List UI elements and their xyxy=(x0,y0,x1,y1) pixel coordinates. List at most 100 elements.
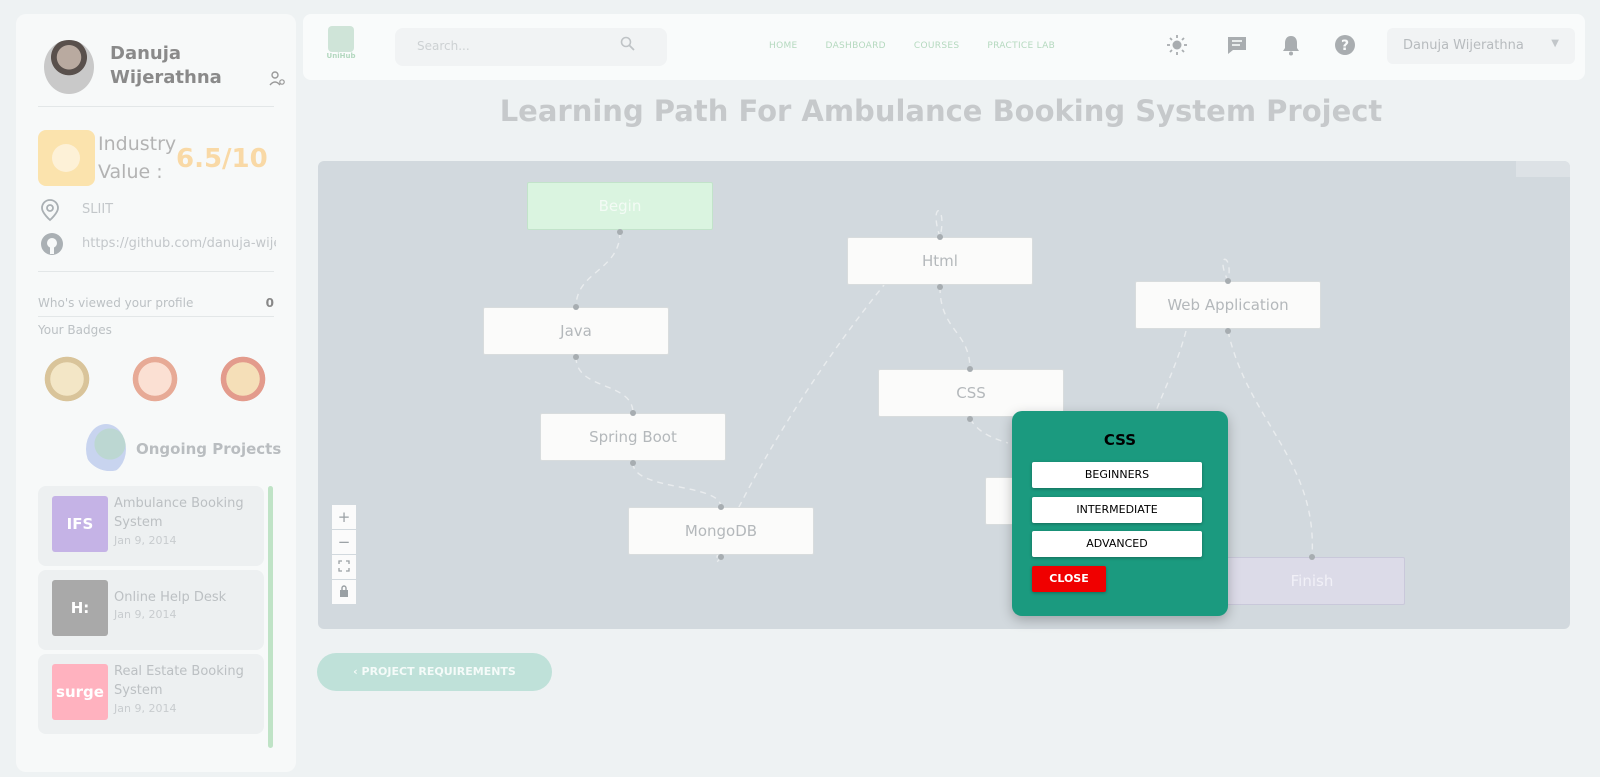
node-spring-boot[interactable]: Spring Boot xyxy=(540,413,726,461)
github-row[interactable]: https://github.com/danuja-wijerathna xyxy=(38,232,284,258)
svg-text:?: ? xyxy=(1341,38,1349,54)
project-card[interactable]: surge Real Estate Booking System Jan 9, … xyxy=(38,654,264,734)
zoom-in-icon[interactable]: + xyxy=(332,505,356,529)
divider xyxy=(38,271,274,272)
node-handle[interactable] xyxy=(573,354,579,360)
ongoing-projects-title: Ongoing Projects xyxy=(136,440,282,458)
ongoing-projects-icon xyxy=(86,424,126,474)
edge-webapp-left xyxy=(1155,330,1187,412)
node-css[interactable]: CSS xyxy=(878,369,1064,417)
project-title: Online Help Desk xyxy=(114,590,227,605)
nav-practice-lab[interactable]: PRACTICE LAB xyxy=(987,41,1055,51)
search-icon[interactable] xyxy=(620,36,635,55)
edge-webapp-finish xyxy=(1227,330,1313,558)
location-text: SLIIT xyxy=(82,202,114,217)
project-requirements-button[interactable]: ‹ PROJECT REQUIREMENTS xyxy=(317,653,552,691)
skill-level-modal: CSS BEGINNERS INTERMEDIATE ADVANCED CLOS… xyxy=(1012,411,1228,616)
node-handle[interactable] xyxy=(1309,554,1315,560)
node-handle[interactable] xyxy=(967,366,973,372)
top-header: UniHub Search... HOME DASHBOARD COURSES … xyxy=(303,14,1585,80)
edge-begin-java xyxy=(575,231,621,308)
project-date: Jan 9, 2014 xyxy=(114,608,177,621)
app-logo[interactable]: UniHub xyxy=(325,26,357,70)
main-nav: HOME DASHBOARD COURSES PRACTICE LAB xyxy=(769,41,1055,51)
project-title: Ambulance Booking System xyxy=(114,496,244,530)
node-handle[interactable] xyxy=(718,504,724,510)
project-thumbnail: surge xyxy=(52,664,108,720)
beginners-button[interactable]: BEGINNERS xyxy=(1032,462,1202,488)
node-html[interactable]: Html xyxy=(847,237,1033,285)
medal-icon xyxy=(38,130,95,186)
fit-view-icon[interactable] xyxy=(332,555,356,579)
project-requirements-label: PROJECT REQUIREMENTS xyxy=(361,665,516,678)
project-thumbnail: IFS xyxy=(52,496,108,552)
github-link[interactable]: https://github.com/danuja-wijerathna xyxy=(82,236,276,251)
node-handle[interactable] xyxy=(937,234,943,240)
node-handle[interactable] xyxy=(1225,328,1231,334)
edge-html-css xyxy=(939,286,971,370)
project-card[interactable]: IFS Ambulance Booking System Jan 9, 2014 xyxy=(38,486,264,566)
intermediate-button[interactable]: INTERMEDIATE xyxy=(1032,497,1202,523)
node-mongodb[interactable]: MongoDB xyxy=(628,507,814,555)
graduation-cap-icon xyxy=(328,26,354,52)
github-icon xyxy=(40,232,63,256)
node-finish[interactable]: Finish xyxy=(1219,557,1405,605)
canvas-attribution xyxy=(1516,161,1570,177)
project-thumbnail: H: xyxy=(52,580,108,636)
logo-text: UniHub xyxy=(326,52,356,60)
node-web-application[interactable]: Web Application xyxy=(1135,281,1321,329)
project-date: Jan 9, 2014 xyxy=(114,534,177,547)
node-handle[interactable] xyxy=(617,229,623,235)
theme-sun-icon[interactable] xyxy=(1165,34,1189,58)
help-icon[interactable]: ? xyxy=(1333,34,1357,58)
user-menu-dropdown[interactable]: Danuja Wijerathna ▼ xyxy=(1387,28,1575,64)
advanced-button[interactable]: ADVANCED xyxy=(1032,531,1202,557)
node-handle[interactable] xyxy=(573,304,579,310)
chevron-left-icon: ‹ xyxy=(353,665,362,678)
user-menu-name: Danuja Wijerathna xyxy=(1403,38,1524,53)
node-begin[interactable]: Begin xyxy=(527,182,713,230)
chat-icon[interactable] xyxy=(1225,34,1249,58)
industry-value: 6.5/10 xyxy=(176,144,268,174)
node-handle[interactable] xyxy=(630,410,636,416)
location-pin-icon xyxy=(40,198,62,222)
badges-title: Your Badges xyxy=(38,323,112,337)
zoom-out-icon[interactable]: − xyxy=(332,530,356,554)
edge-java-spring xyxy=(575,356,634,414)
project-card[interactable]: H: Online Help Desk Jan 9, 2014 xyxy=(38,570,264,650)
node-handle[interactable] xyxy=(630,460,636,466)
nav-dashboard[interactable]: DASHBOARD xyxy=(826,41,886,51)
modal-title: CSS xyxy=(1103,431,1137,449)
project-list-scrollbar[interactable] xyxy=(268,486,273,748)
nav-courses[interactable]: COURSES xyxy=(914,41,959,51)
edge-css-modal xyxy=(969,418,1009,444)
profile-card: Danuja Wijerathna xyxy=(44,40,290,102)
notification-bell-icon[interactable] xyxy=(1279,34,1303,58)
node-handle[interactable] xyxy=(937,284,943,290)
industry-value-card: Industry Value : 6.5/10 xyxy=(38,130,284,204)
profile-settings-icon[interactable] xyxy=(268,70,286,88)
nav-home[interactable]: HOME xyxy=(769,41,798,51)
location-row: SLIIT xyxy=(38,198,284,224)
profile-views-row: Who's viewed your profile 0 xyxy=(38,296,274,310)
profile-sidebar: Danuja Wijerathna Industry Value : 6.5/1… xyxy=(16,14,296,772)
profile-views-label: Who's viewed your profile xyxy=(38,296,194,310)
node-handle[interactable] xyxy=(967,416,973,422)
project-date: Jan 9, 2014 xyxy=(114,702,177,715)
lock-icon[interactable] xyxy=(332,580,356,604)
badge-icon xyxy=(42,352,92,406)
industry-label: Industry Value : xyxy=(98,133,177,183)
profile-name: Danuja Wijerathna xyxy=(110,43,222,88)
search-placeholder: Search... xyxy=(417,39,470,53)
search-input[interactable]: Search... xyxy=(395,28,667,66)
avatar[interactable] xyxy=(44,40,94,94)
chevron-down-icon: ▼ xyxy=(1551,38,1559,49)
edge-spring-mongodb xyxy=(632,462,722,508)
node-handle[interactable] xyxy=(1225,278,1231,284)
node-handle[interactable] xyxy=(718,554,724,560)
close-button[interactable]: CLOSE xyxy=(1032,566,1106,592)
divider xyxy=(38,106,274,107)
learning-path-canvas[interactable]: Begin Java Spring Boot MongoDB Html CSS … xyxy=(318,161,1570,629)
divider xyxy=(38,316,274,317)
node-java[interactable]: Java xyxy=(483,307,669,355)
